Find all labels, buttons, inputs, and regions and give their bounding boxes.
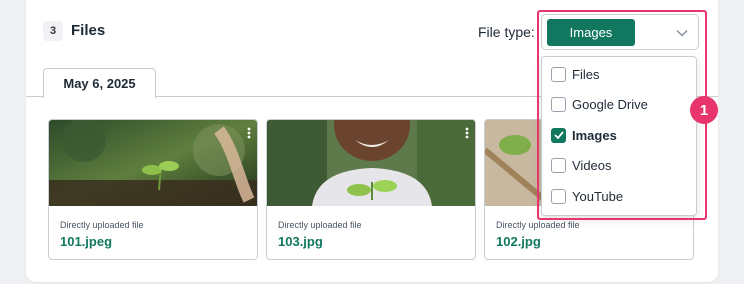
file-type-select[interactable]: Images bbox=[541, 14, 699, 50]
file-name-link[interactable]: 101.jpeg bbox=[60, 234, 112, 249]
option-videos[interactable]: Videos bbox=[542, 150, 696, 180]
option-images[interactable]: Images bbox=[542, 120, 696, 150]
thumbnail-image[interactable] bbox=[267, 120, 475, 206]
selected-chip[interactable]: Images bbox=[547, 19, 635, 46]
option-youtube[interactable]: YouTube bbox=[542, 181, 696, 211]
file-type-label: File type: bbox=[478, 24, 535, 40]
file-card[interactable]: Directly uploaded file 101.jpeg bbox=[48, 119, 258, 260]
chevron-down-icon[interactable] bbox=[675, 26, 689, 44]
option-google-drive[interactable]: Google Drive bbox=[542, 89, 696, 119]
file-name-link[interactable]: 102.jpg bbox=[496, 234, 541, 249]
checkbox-checked[interactable] bbox=[551, 127, 566, 143]
option-label: Images bbox=[572, 127, 617, 143]
kebab-menu-icon[interactable] bbox=[465, 126, 469, 144]
file-source-caption: Directly uploaded file bbox=[60, 220, 144, 230]
check-icon bbox=[553, 131, 564, 139]
files-heading: Files bbox=[71, 22, 106, 39]
option-files[interactable]: Files bbox=[542, 59, 696, 89]
thumbnail-image[interactable] bbox=[49, 120, 257, 206]
kebab-menu-icon[interactable] bbox=[247, 126, 251, 144]
option-label: Videos bbox=[572, 157, 612, 173]
tab-date[interactable]: May 6, 2025 bbox=[43, 68, 156, 98]
file-type-dropdown-menu: Files Google Drive Images Videos YouTube bbox=[541, 56, 697, 216]
checkbox[interactable] bbox=[551, 157, 566, 173]
file-source-caption: Directly uploaded file bbox=[496, 220, 580, 230]
checkbox[interactable] bbox=[551, 188, 566, 204]
file-source-caption: Directly uploaded file bbox=[278, 220, 362, 230]
annotation-marker: 1 bbox=[690, 96, 718, 124]
option-label: YouTube bbox=[572, 188, 624, 204]
checkbox[interactable] bbox=[551, 66, 566, 82]
file-count-badge: 3 bbox=[43, 21, 63, 41]
option-label: Files bbox=[572, 66, 600, 82]
checkbox[interactable] bbox=[551, 96, 566, 112]
option-label: Google Drive bbox=[572, 96, 648, 112]
file-name-link[interactable]: 103.jpg bbox=[278, 234, 323, 249]
file-card[interactable]: Directly uploaded file 103.jpg bbox=[266, 119, 476, 260]
